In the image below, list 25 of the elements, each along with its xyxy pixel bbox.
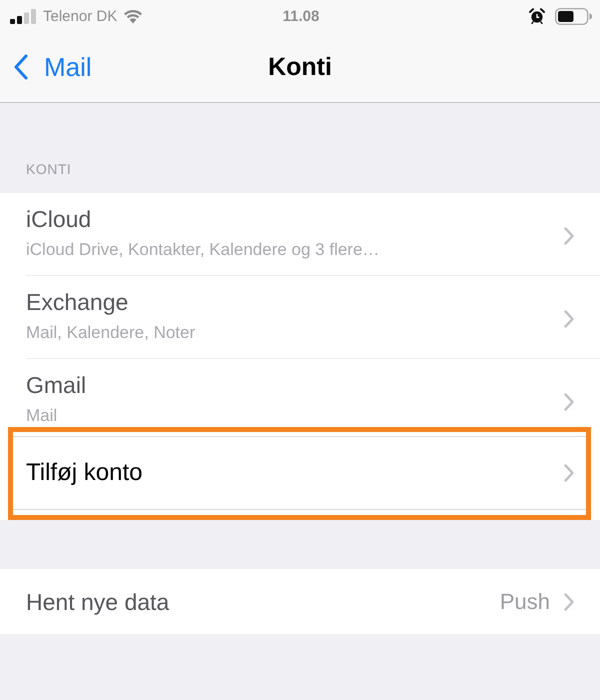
row-title: Hent nye data xyxy=(26,588,170,616)
carrier-name: Telenor DK xyxy=(43,8,118,24)
chevron-icon xyxy=(564,592,574,610)
chevron-icon xyxy=(564,393,574,411)
page-title: Konti xyxy=(268,52,332,82)
back-chevron-icon xyxy=(14,54,28,80)
alarm-clock-icon xyxy=(529,8,545,24)
signal-bars-icon xyxy=(10,8,37,24)
wifi-icon xyxy=(123,8,144,24)
chevron-icon xyxy=(564,310,574,328)
row-title: Gmail xyxy=(26,371,86,399)
row-title: Exchange xyxy=(26,288,128,316)
row-subtitle: Mail, Kalendere, Noter xyxy=(26,322,196,344)
battery-icon xyxy=(555,8,592,24)
list-row[interactable]: Tilføj konto xyxy=(13,436,586,510)
row-subtitle: Mail xyxy=(26,405,58,427)
row-subtitle: iCloud Drive, Kontakter, Kalendere og 3 flere… xyxy=(26,239,380,261)
row-title: iCloud xyxy=(26,205,92,233)
section-header: KONTI xyxy=(26,161,72,177)
row-title: Tilføj konto xyxy=(26,459,142,487)
back-button[interactable]: Mail xyxy=(14,52,92,82)
row-value: Push xyxy=(500,588,550,614)
chevron-icon xyxy=(564,227,574,245)
chevron-icon xyxy=(564,464,574,482)
status-time: 11.08 xyxy=(282,8,320,24)
